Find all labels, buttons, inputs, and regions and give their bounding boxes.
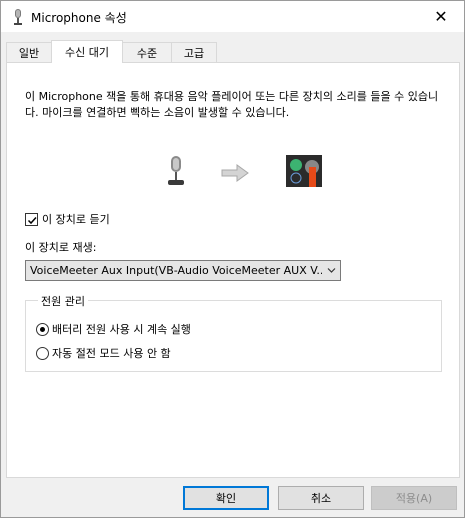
arrow-right-icon [221,164,249,182]
tab-general[interactable]: 일반 [6,42,52,62]
tab-listen[interactable]: 수신 대기 [51,40,123,63]
listen-checkbox-row[interactable]: 이 장치로 듣기 [25,211,110,227]
playback-device-select[interactable]: VoiceMeeter Aux Input(VB-Audio VoiceMeet… [25,260,341,281]
apply-button[interactable]: 적용(A) [371,486,457,510]
playback-device-icon [286,155,322,187]
chevron-down-icon [327,268,336,273]
radio-disable-sleep[interactable] [36,346,49,360]
properties-window: Microphone 속성 ✕ 일반 수신 대기 수준 고급 이 Microph… [0,0,465,518]
radio-keep-running-label: 배터리 전원 사용 시 계속 실행 [52,323,191,336]
power-management-title: 전원 관리 [38,293,88,309]
cancel-button[interactable]: 취소 [278,486,364,510]
radio-keep-running-row[interactable]: 배터리 전원 사용 시 계속 실행 [36,321,191,337]
listen-panel: 이 Microphone 잭을 통해 휴대용 음악 플레이어 또는 다른 장치의… [6,62,460,478]
title-bar: Microphone 속성 ✕ [1,1,464,32]
window-title: Microphone 속성 [31,11,127,25]
microphone-device-icon [168,156,184,185]
playback-device-value: VoiceMeeter Aux Input(VB-Audio VoiceMeet… [30,264,322,277]
listen-checkbox-label: 이 장치로 듣기 [42,213,110,226]
tab-advanced[interactable]: 고급 [171,42,217,62]
listen-checkbox[interactable] [25,212,38,226]
radio-keep-running[interactable] [36,322,49,336]
close-icon: ✕ [434,7,448,26]
checkmark-icon [27,216,37,224]
radio-disable-sleep-row[interactable]: 자동 절전 모드 사용 안 함 [36,345,171,361]
microphone-icon [14,9,22,25]
listen-description: 이 Microphone 잭을 통해 휴대용 음악 플레이어 또는 다른 장치의… [25,90,439,119]
radio-disable-sleep-label: 자동 절전 모드 사용 안 함 [52,347,171,360]
ok-button[interactable]: 확인 [183,486,269,510]
power-management-group: 전원 관리 배터리 전원 사용 시 계속 실행 자동 절전 모드 사용 안 함 [25,293,442,372]
playback-label: 이 장치로 재생: [25,241,97,254]
close-button[interactable]: ✕ [418,1,464,32]
tab-levels[interactable]: 수준 [122,42,172,62]
tab-strip: 일반 수신 대기 수준 고급 [6,40,461,63]
